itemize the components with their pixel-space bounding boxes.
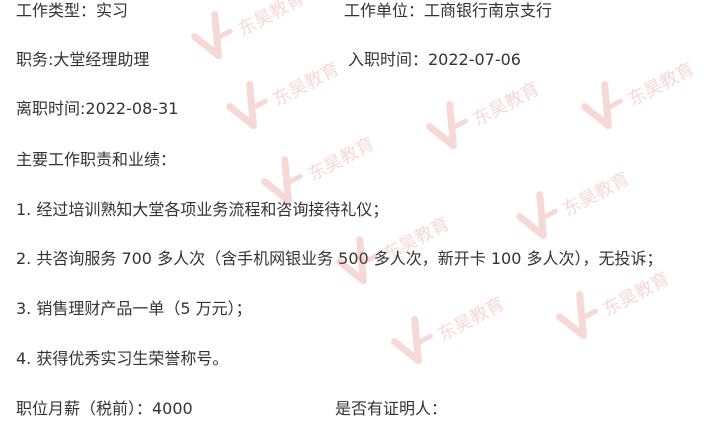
entry-time: 入职时间：2022-07-06 [348, 50, 521, 69]
salary: 职位月薪（税前）：4000 [16, 399, 193, 418]
position: 职务:大堂经理助理 [16, 50, 150, 69]
resume-work-experience: 工作类型：实习 工作单位：工商银行南京支行 职务:大堂经理助理 入职时间：202… [0, 0, 714, 426]
duty-item: 3. 销售理财产品一单（5 万元）； [16, 299, 252, 318]
duty-item: 4. 获得优秀实习生荣誉称号。 [16, 349, 229, 368]
duty-item: 2. 共咨询服务 700 多人次（含手机网银业务 500 多人次，新开卡 100… [16, 249, 663, 268]
leave-time: 离职时间:2022-08-31 [16, 99, 179, 118]
has-reference: 是否有证明人： [335, 399, 448, 418]
work-unit: 工作单位：工商银行南京支行 [344, 1, 553, 20]
duties-heading: 主要工作职责和业绩： [16, 150, 177, 169]
work-type: 工作类型：实习 [16, 1, 129, 20]
duty-item: 1. 经过培训熟知大堂各项业务流程和咨询接待礼仪； [16, 200, 389, 219]
